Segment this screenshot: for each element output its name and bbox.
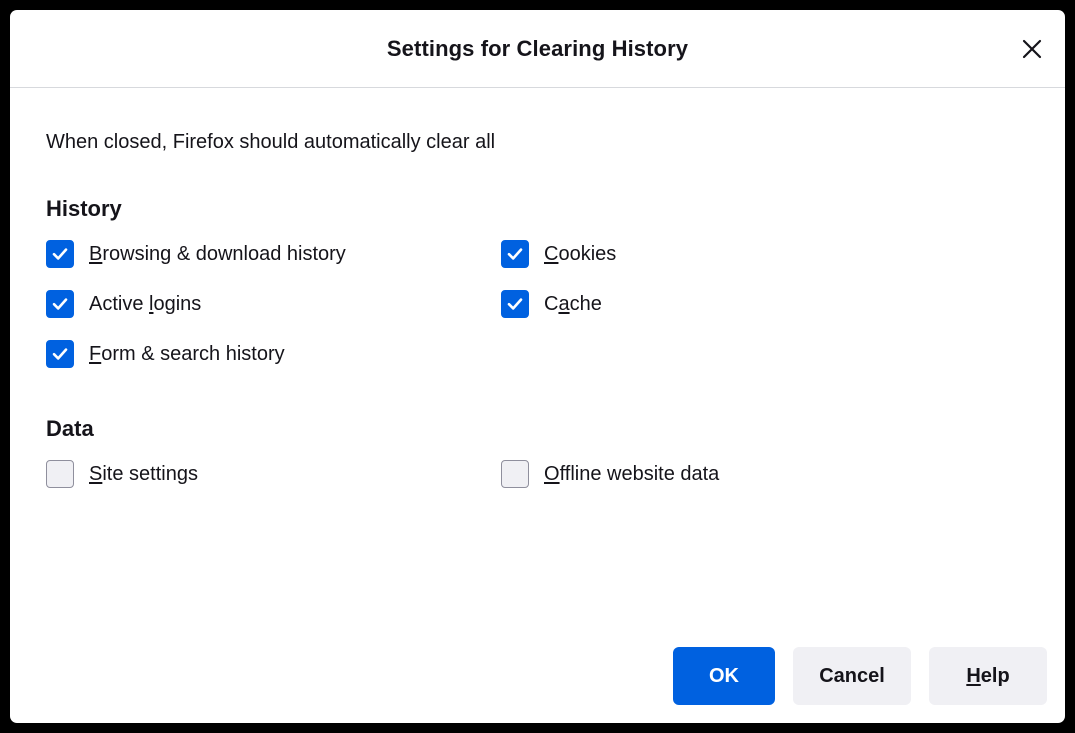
dialog-footer-buttons: OK Cancel Help (673, 647, 1047, 705)
grid-empty-cell (501, 340, 1029, 368)
checkbox-offline-website-data-label: Offline website data (544, 462, 720, 485)
checkbox-offline-website-data[interactable]: Offline website data (501, 460, 719, 488)
checkbox-cache[interactable]: Cache (501, 290, 602, 318)
checkmark-icon[interactable] (46, 290, 74, 318)
checkmark-icon[interactable] (46, 340, 74, 368)
checkbox-cache-label: Cache (544, 292, 602, 315)
checkbox-form-search-history[interactable]: Form & search history (46, 340, 285, 368)
checkbox-browsing-download-history[interactable]: Browsing & download history (46, 240, 346, 268)
close-icon (1020, 37, 1044, 61)
dialog-titlebar: Settings for Clearing History (10, 10, 1065, 88)
dialog-body: When closed, Firefox should automaticall… (10, 88, 1065, 723)
checkbox-cookies[interactable]: Cookies (501, 240, 616, 268)
empty-checkbox-icon[interactable] (46, 460, 74, 488)
dialog-title: Settings for Clearing History (386, 35, 689, 61)
data-checkbox-grid: Site settings Offline website data (46, 460, 1029, 488)
checkmark-icon[interactable] (46, 240, 74, 268)
checkmark-icon[interactable] (501, 290, 529, 318)
checkbox-cookies-label: Cookies (544, 242, 617, 265)
empty-checkbox-icon[interactable] (501, 460, 529, 488)
checkbox-site-settings[interactable]: Site settings (46, 460, 198, 488)
dialog-window-frame: Settings for Clearing History When close… (0, 0, 1075, 733)
help-button[interactable]: Help (929, 647, 1047, 705)
section-history: History Browsing & download history Cooki… (46, 196, 1029, 368)
checkbox-site-settings-label: Site settings (89, 462, 198, 485)
settings-clearing-history-dialog: Settings for Clearing History When close… (10, 10, 1065, 723)
intro-text: When closed, Firefox should automaticall… (46, 131, 496, 153)
cancel-button[interactable]: Cancel (793, 647, 911, 705)
section-data: Data Site settings Offline website data (46, 416, 1029, 488)
section-heading-data: Data (46, 416, 94, 441)
checkbox-active-logins[interactable]: Active logins (46, 290, 201, 318)
close-button[interactable] (1013, 30, 1051, 68)
checkbox-browsing-download-history-label: Browsing & download history (89, 242, 346, 265)
checkbox-form-search-history-label: Form & search history (89, 342, 285, 365)
history-checkbox-grid: Browsing & download history Cookies Active… (46, 240, 1029, 368)
section-heading-history: History (46, 196, 122, 221)
ok-button[interactable]: OK (673, 647, 775, 705)
checkbox-active-logins-label: Active logins (89, 292, 202, 315)
checkmark-icon[interactable] (501, 240, 529, 268)
